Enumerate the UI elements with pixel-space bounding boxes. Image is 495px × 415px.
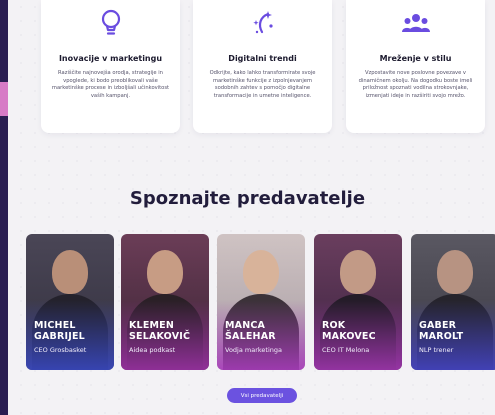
feature-description: Odkrijte, kako lahko transformirate svoj… [209,70,316,100]
speaker-last-name: ŠALEHAR [225,331,276,342]
speaker-role: NLP trener [419,346,454,354]
feature-description: Raziščite najnovejša orodja, strategije … [51,70,170,100]
speaker-card[interactable]: GABER MAROLT NLP trener [411,234,495,370]
speaker-role: CEO IT Melona [322,346,370,354]
speaker-first-name: MANCA [225,320,266,331]
speaker-role: Vodja marketinga [225,346,283,354]
speaker-last-name: MAROLT [419,331,464,342]
speaker-card[interactable]: MANCA ŠALEHAR Vodja marketinga [217,234,305,370]
speaker-first-name: GABER [419,320,457,331]
people-group-icon [401,8,431,38]
speaker-first-name: ROK [322,320,346,331]
speaker-card[interactable]: ROK MAKOVEC CEO IT Melona [314,234,402,370]
speakers-section-title: Spoznajte predavatelje [129,188,366,209]
feature-card-digital-trends: Digitalni trendi Odkrijte, kako lahko tr… [193,0,332,133]
speaker-card[interactable]: MICHEL GABRIJEL CEO Grosbasket [26,234,114,370]
speaker-last-name: GABRIJEL [34,331,85,342]
feature-description: Vzpostavite nove poslovne povezave v din… [358,70,473,100]
speaker-role: Aidea podkast [129,346,176,354]
lightbulb-icon [96,8,126,38]
feature-card-innovation: Inovacije v marketingu Raziščite najnove… [41,0,180,133]
feature-title: Inovacije v marketingu [58,54,163,63]
sparkle-wand-icon [248,8,278,38]
speaker-last-name: MAKOVEC [322,331,376,342]
all-speakers-button[interactable]: Vsi predavatelji [227,388,297,403]
feature-card-networking: Mreženje v stilu Vzpostavite nove poslov… [346,0,485,133]
speaker-role: CEO Grosbasket [34,346,87,354]
left-edge-accent [0,82,8,116]
speaker-first-name: KLEMEN [129,320,174,331]
speaker-first-name: MICHEL [34,320,76,331]
speaker-last-name: SELAKOVIČ [129,331,191,342]
feature-title: Digitalni trendi [228,54,297,63]
speaker-card[interactable]: KLEMEN SELAKOVIČ Aidea podkast [121,234,209,370]
feature-title: Mreženje v stilu [379,54,452,63]
